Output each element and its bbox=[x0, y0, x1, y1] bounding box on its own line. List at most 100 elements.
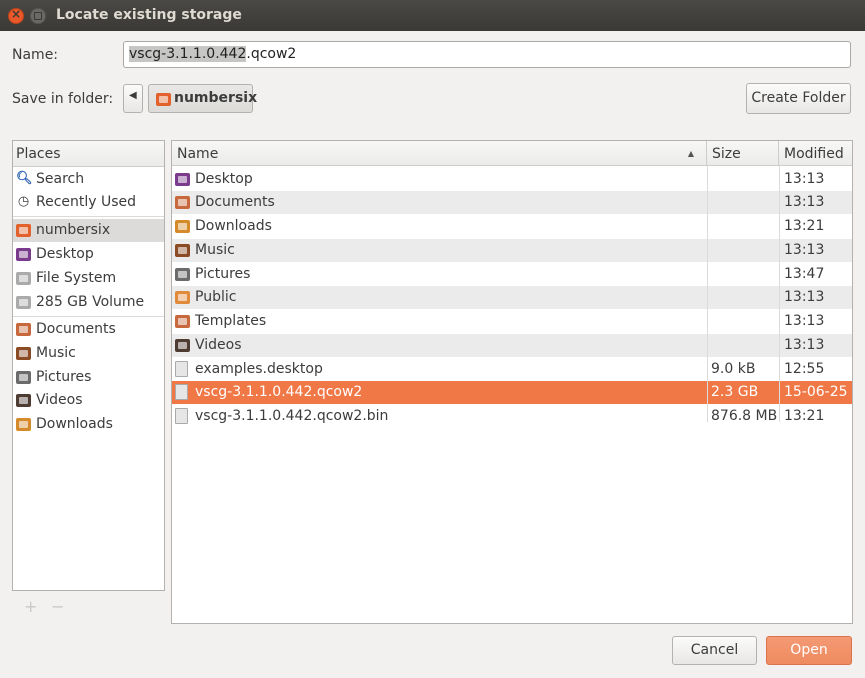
file-modified: 13:21 bbox=[784, 408, 825, 424]
places-item-label: Desktop bbox=[36, 246, 94, 262]
file-size: 2.3 GB bbox=[711, 384, 759, 400]
places-item-downloads[interactable]: Downloads bbox=[13, 413, 164, 436]
places-item-desktop[interactable]: Desktop bbox=[13, 243, 164, 266]
places-item-label: Documents bbox=[36, 321, 116, 337]
maximize-icon bbox=[34, 12, 42, 20]
file-name: Downloads bbox=[195, 218, 272, 234]
places-item-label: Search bbox=[36, 171, 85, 187]
places-item-pictures[interactable]: Pictures bbox=[13, 366, 164, 389]
file-name: Videos bbox=[195, 337, 242, 353]
file-row-music[interactable]: Music 13:13 bbox=[172, 239, 852, 262]
column-header-modified[interactable]: Modified bbox=[779, 141, 852, 166]
drive-icon bbox=[16, 272, 31, 289]
places-item-documents[interactable]: Documents bbox=[13, 318, 164, 341]
name-input[interactable]: vscg-3.1.1.0.442.qcow2 bbox=[123, 41, 851, 68]
places-header[interactable]: Places bbox=[13, 141, 164, 167]
home-folder-icon bbox=[16, 224, 31, 241]
file-row-public[interactable]: Public 13:13 bbox=[172, 286, 852, 309]
places-item-recently-used[interactable]: ◷ Recently Used bbox=[13, 191, 164, 214]
file-row-downloads[interactable]: Downloads 13:21 bbox=[172, 215, 852, 238]
file-modified: 13:13 bbox=[784, 242, 825, 258]
music-folder-icon bbox=[175, 244, 190, 261]
places-item-videos[interactable]: Videos bbox=[13, 389, 164, 412]
music-folder-icon bbox=[16, 347, 31, 364]
file-row-templates[interactable]: Templates 13:13 bbox=[172, 310, 852, 333]
file-size: 876.8 MB bbox=[711, 408, 778, 424]
divider bbox=[13, 316, 164, 317]
places-item-label: Downloads bbox=[36, 416, 113, 432]
file-name: Desktop bbox=[195, 171, 253, 187]
file-modified: 13:13 bbox=[784, 171, 825, 187]
places-item-file-system[interactable]: File System bbox=[13, 267, 164, 290]
column-header-name[interactable]: Name ▲ bbox=[172, 141, 707, 166]
file-modified: 13:13 bbox=[784, 194, 825, 210]
documents-folder-icon bbox=[16, 323, 31, 340]
file-name: vscg-3.1.1.0.442.qcow2 bbox=[195, 384, 363, 400]
file-size: 9.0 kB bbox=[711, 361, 756, 377]
documents-folder-icon bbox=[175, 196, 190, 213]
file-modified: 13:47 bbox=[784, 266, 825, 282]
cancel-button[interactable]: Cancel bbox=[672, 636, 757, 665]
places-header-label: Places bbox=[16, 146, 61, 162]
title-bar: × Locate existing storage bbox=[0, 0, 865, 31]
path-folder-label: numbersix bbox=[174, 90, 258, 106]
name-label: Name: bbox=[12, 47, 59, 63]
file-name: Documents bbox=[195, 194, 275, 210]
places-item-label: Recently Used bbox=[36, 194, 137, 210]
file-modified: 13:13 bbox=[784, 337, 825, 353]
file-row-documents[interactable]: Documents 13:13 bbox=[172, 191, 852, 214]
places-item-numbersix[interactable]: numbersix bbox=[13, 219, 164, 242]
close-icon: × bbox=[10, 7, 22, 21]
places-item-label: numbersix bbox=[36, 222, 111, 238]
file-modified: 13:13 bbox=[784, 289, 825, 305]
create-folder-button[interactable]: Create Folder bbox=[746, 83, 851, 114]
file-name: Templates bbox=[195, 313, 267, 329]
name-rest-text: .qcow2 bbox=[246, 46, 297, 62]
downloads-folder-icon bbox=[175, 220, 190, 237]
file-row-examples-desktop[interactable]: examples.desktop 9.0 kB 12:55 bbox=[172, 358, 852, 381]
places-item-music[interactable]: Music bbox=[13, 342, 164, 365]
desktop-folder-icon bbox=[16, 248, 31, 265]
desktop-folder-icon bbox=[175, 173, 190, 190]
places-item-volume[interactable]: 285 GB Volume bbox=[13, 291, 164, 314]
open-button[interactable]: Open bbox=[766, 636, 852, 665]
places-item-label: 285 GB Volume bbox=[36, 294, 145, 310]
file-row-videos[interactable]: Videos 13:13 bbox=[172, 334, 852, 357]
file-row-qcow2-bin[interactable]: vscg-3.1.1.0.442.qcow2.bin 876.8 MB 13:2… bbox=[172, 405, 852, 428]
name-selected-text: vscg-3.1.1.0.442 bbox=[129, 46, 247, 62]
file-icon bbox=[175, 361, 188, 383]
close-button[interactable]: × bbox=[8, 7, 24, 24]
file-row-pictures[interactable]: Pictures 13:47 bbox=[172, 263, 852, 286]
add-bookmark-button[interactable]: + bbox=[24, 597, 37, 616]
downloads-folder-icon bbox=[16, 418, 31, 435]
file-name: Public bbox=[195, 289, 237, 305]
file-row-qcow2[interactable]: vscg-3.1.1.0.442.qcow2 2.3 GB 15-06-25 bbox=[172, 381, 852, 404]
chevron-left-icon: ◀ bbox=[129, 90, 137, 101]
places-item-label: Pictures bbox=[36, 369, 92, 385]
drive-icon bbox=[16, 296, 31, 313]
file-modified: 13:13 bbox=[784, 313, 825, 329]
column-header-size[interactable]: Size bbox=[707, 141, 779, 166]
places-item-search[interactable]: 🔍︎ Search bbox=[13, 168, 164, 191]
path-back-button[interactable]: ◀ bbox=[123, 84, 143, 113]
home-folder-icon bbox=[156, 93, 171, 110]
file-name: examples.desktop bbox=[195, 361, 323, 377]
videos-folder-icon bbox=[16, 394, 31, 411]
sort-ascending-icon: ▲ bbox=[687, 149, 694, 158]
file-row-desktop[interactable]: Desktop 13:13 bbox=[172, 168, 852, 191]
pictures-folder-icon bbox=[175, 268, 190, 285]
file-modified: 12:55 bbox=[784, 361, 825, 377]
column-size-label: Size bbox=[712, 146, 741, 162]
path-folder-button[interactable]: numbersix bbox=[148, 84, 257, 113]
search-icon: 🔍︎ bbox=[16, 171, 33, 186]
file-icon bbox=[175, 384, 188, 406]
save-in-folder-label: Save in folder: bbox=[12, 91, 114, 107]
file-name: Pictures bbox=[195, 266, 251, 282]
maximize-button[interactable] bbox=[30, 8, 46, 24]
clock-icon: ◷ bbox=[17, 194, 30, 209]
divider bbox=[13, 216, 164, 217]
places-item-label: Music bbox=[36, 345, 76, 361]
file-modified: 13:21 bbox=[784, 218, 825, 234]
remove-bookmark-button[interactable]: − bbox=[51, 597, 64, 616]
file-modified: 15-06-25 bbox=[784, 384, 848, 400]
